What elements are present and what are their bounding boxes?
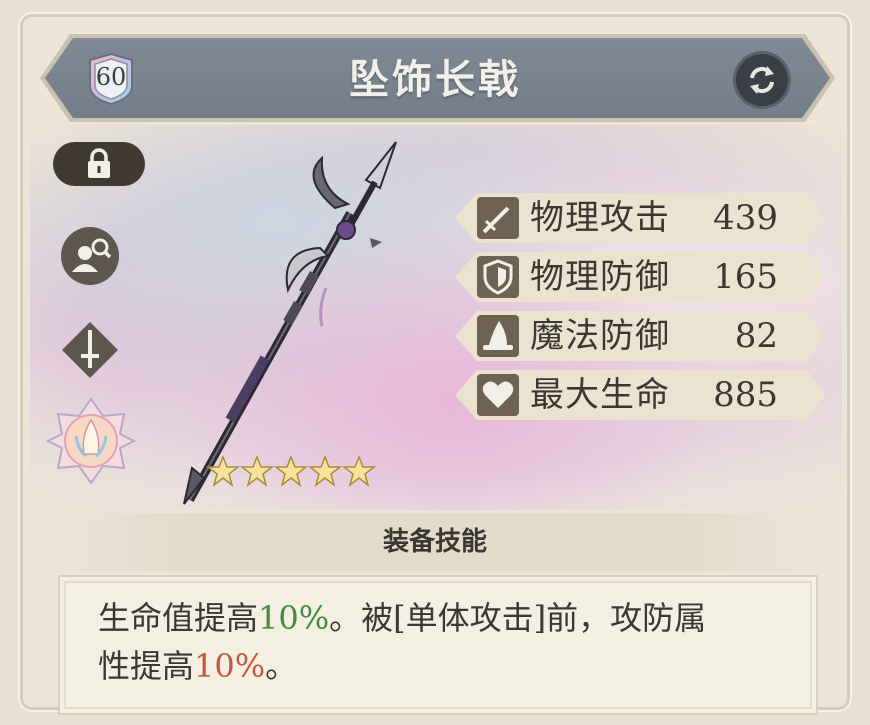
skill-text-segment: 生命值提高 <box>98 599 259 637</box>
skill-text-segment: 。 <box>265 647 298 685</box>
skill-highlight-value: 10% <box>258 599 330 637</box>
skill-highlight-value: 10% <box>194 647 266 685</box>
shield-icon <box>477 256 519 298</box>
sword-icon <box>477 197 519 239</box>
character-search-icon[interactable] <box>60 226 120 286</box>
sword-diamond-icon[interactable] <box>60 320 120 380</box>
stat-value: 165 <box>713 257 778 297</box>
stat-label: 魔法防御 <box>530 316 670 356</box>
stat-label: 最大生命 <box>530 375 670 415</box>
swap-icon <box>750 66 774 94</box>
item-name: 坠饰长戟 <box>349 56 521 103</box>
skill-section-title: 装备技能 <box>382 527 487 557</box>
heart-icon <box>477 374 519 416</box>
stat-value: 885 <box>713 375 778 415</box>
lotus-emblem-icon[interactable] <box>46 396 136 486</box>
star-rating <box>205 454 377 488</box>
lock-button[interactable] <box>53 142 145 186</box>
swap-button[interactable] <box>736 54 788 106</box>
star-icon <box>307 454 343 487</box>
stat-value: 82 <box>734 316 778 356</box>
skill-text-segment: 性提高 <box>98 647 195 685</box>
star-icon <box>205 454 241 487</box>
stat-value: 439 <box>713 198 778 238</box>
star-icon <box>273 454 309 487</box>
skill-description: 生命值提高10%。被[单体攻击]前，攻防属 性提高10%。 <box>98 594 788 690</box>
skill-text-segment: 。被[单体攻击]前，攻防属 <box>329 599 707 637</box>
stat-label: 物理防御 <box>530 257 670 297</box>
star-icon <box>341 454 377 487</box>
wizard-hat-icon <box>477 315 519 357</box>
lock-icon <box>88 148 110 178</box>
stat-label: 物理攻击 <box>530 198 670 238</box>
star-icon <box>239 454 275 487</box>
item-level: 60 <box>95 63 127 91</box>
